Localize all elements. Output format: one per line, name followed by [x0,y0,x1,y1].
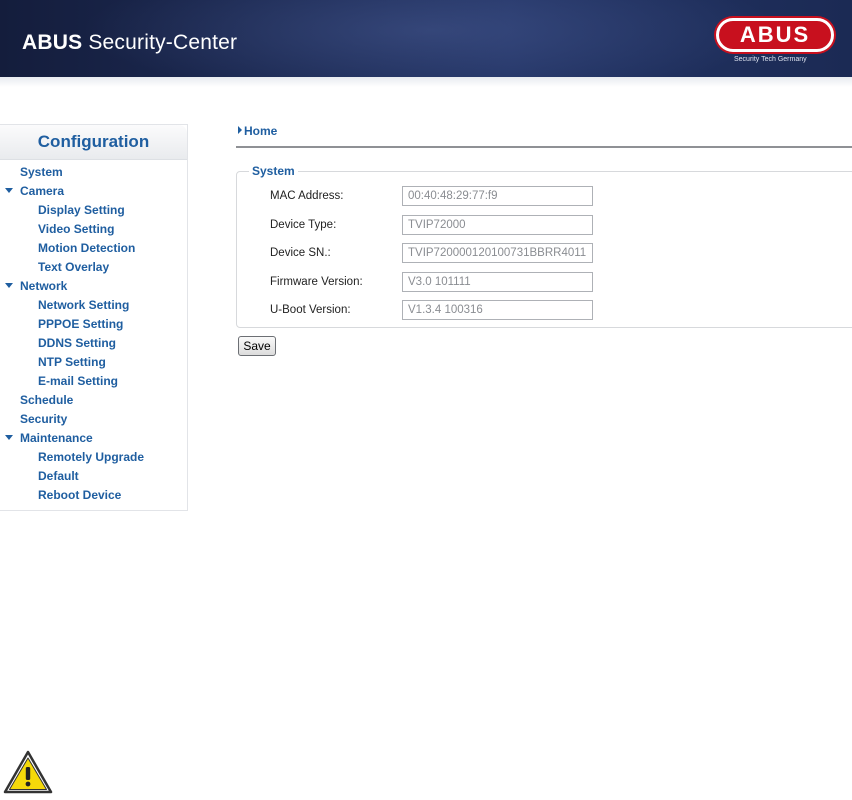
sidebar-item-label: Reboot Device [38,488,122,502]
sidebar-item-schedule[interactable]: Schedule [20,391,73,409]
save-button[interactable]: Save [238,336,276,356]
sidebar-item-network[interactable]: Network [5,277,68,295]
sidebar-item-text-overlay[interactable]: Text Overlay [38,258,109,276]
firmware-version-label: Firmware Version: [270,276,363,288]
sidebar-item-maintenance[interactable]: Maintenance [5,429,93,447]
logo-tagline: Security Tech Germany [734,56,807,63]
firmware-version-field[interactable]: V3.0 101111 [402,272,593,292]
expand-arrow-icon[interactable] [5,435,13,440]
sidebar-title: Configuration [37,132,150,151]
sidebar-item-label: Motion Detection [38,241,136,255]
sidebar-item-ntp-setting[interactable]: NTP Setting [38,353,106,371]
sidebar-item-ddns-setting[interactable]: DDNS Setting [38,334,116,352]
breadcrumb-home-link[interactable]: Home [244,124,277,138]
breadcrumb-arrow-icon [238,126,242,134]
sidebar-item-camera[interactable]: Camera [5,182,65,200]
header-shadow [0,77,852,87]
sidebar-item-label: Security [20,412,68,426]
sidebar-item-motion-detection[interactable]: Motion Detection [38,239,135,257]
device-type-field[interactable]: TVIP72000 [402,215,593,235]
system-section-title: System [249,164,298,178]
header-rule [236,146,852,148]
sidebar-item-pppoe-setting[interactable]: PPPOE Setting [38,315,123,333]
sidebar-item-label: Default [38,469,79,483]
sidebar-item-label: E-mail Setting [38,374,119,388]
sidebar-item-label: Text Overlay [38,260,110,274]
sidebar-item-label: Display Setting [38,203,125,217]
device-type-label: Device Type: [270,219,337,231]
app-title: ABUS Security-Center [22,31,237,55]
expand-arrow-icon[interactable] [5,283,13,288]
sidebar-item-label: Remotely Upgrade [38,450,145,464]
uboot-version-label: U-Boot Version: [270,304,351,316]
sidebar-item-label: Camera [20,184,65,198]
sidebar-item-label: PPPOE Setting [38,317,124,331]
sidebar-item-label: Network [20,279,68,293]
warning-icon [3,750,53,795]
app-title-name: Security-Center [82,31,238,54]
sidebar-item-label: Video Setting [38,222,115,236]
sidebar-item-remotely-upgrade[interactable]: Remotely Upgrade [38,448,144,466]
uboot-version-field[interactable]: V1.3.4 100316 [402,300,593,320]
sidebar-item-display-setting[interactable]: Display Setting [38,201,125,219]
sidebar-item-email-setting[interactable]: E-mail Setting [38,372,118,390]
device-sn-field[interactable]: TVIP720000120100731BBRR4011 [402,243,593,263]
sidebar-item-label: System [20,165,63,179]
app-title-brand: ABUS [22,31,83,54]
sidebar-item-label: Maintenance [20,431,93,445]
sidebar-item-default[interactable]: Default [38,467,79,485]
sidebar-item-network-setting[interactable]: Network Setting [38,296,129,314]
sidebar-item-label: Schedule [20,393,74,407]
breadcrumb[interactable]: Home [238,124,277,138]
expand-arrow-icon[interactable] [5,188,13,193]
mac-address-field[interactable]: 00:40:48:29:77:f9 [402,186,593,206]
sidebar-item-system[interactable]: System [20,163,63,181]
sidebar-item-label: DDNS Setting [38,336,116,350]
sidebar-item-video-setting[interactable]: Video Setting [38,220,114,238]
mac-address-label: MAC Address: [270,190,344,202]
sidebar-item-label: Network Setting [38,298,130,312]
sidebar: Configuration System Camera Display Sett… [0,124,188,511]
sidebar-header: Configuration [0,125,187,160]
sidebar-item-reboot-device[interactable]: Reboot Device [38,486,121,504]
abus-logo: ABUS [716,18,834,52]
device-sn-label: Device SN.: [270,247,331,259]
app-header: ABUS Security-Center ABUS Security Tech … [0,0,852,77]
logo-text: ABUS [739,22,811,47]
sidebar-item-label: NTP Setting [38,355,106,369]
sidebar-item-security[interactable]: Security [20,410,67,428]
